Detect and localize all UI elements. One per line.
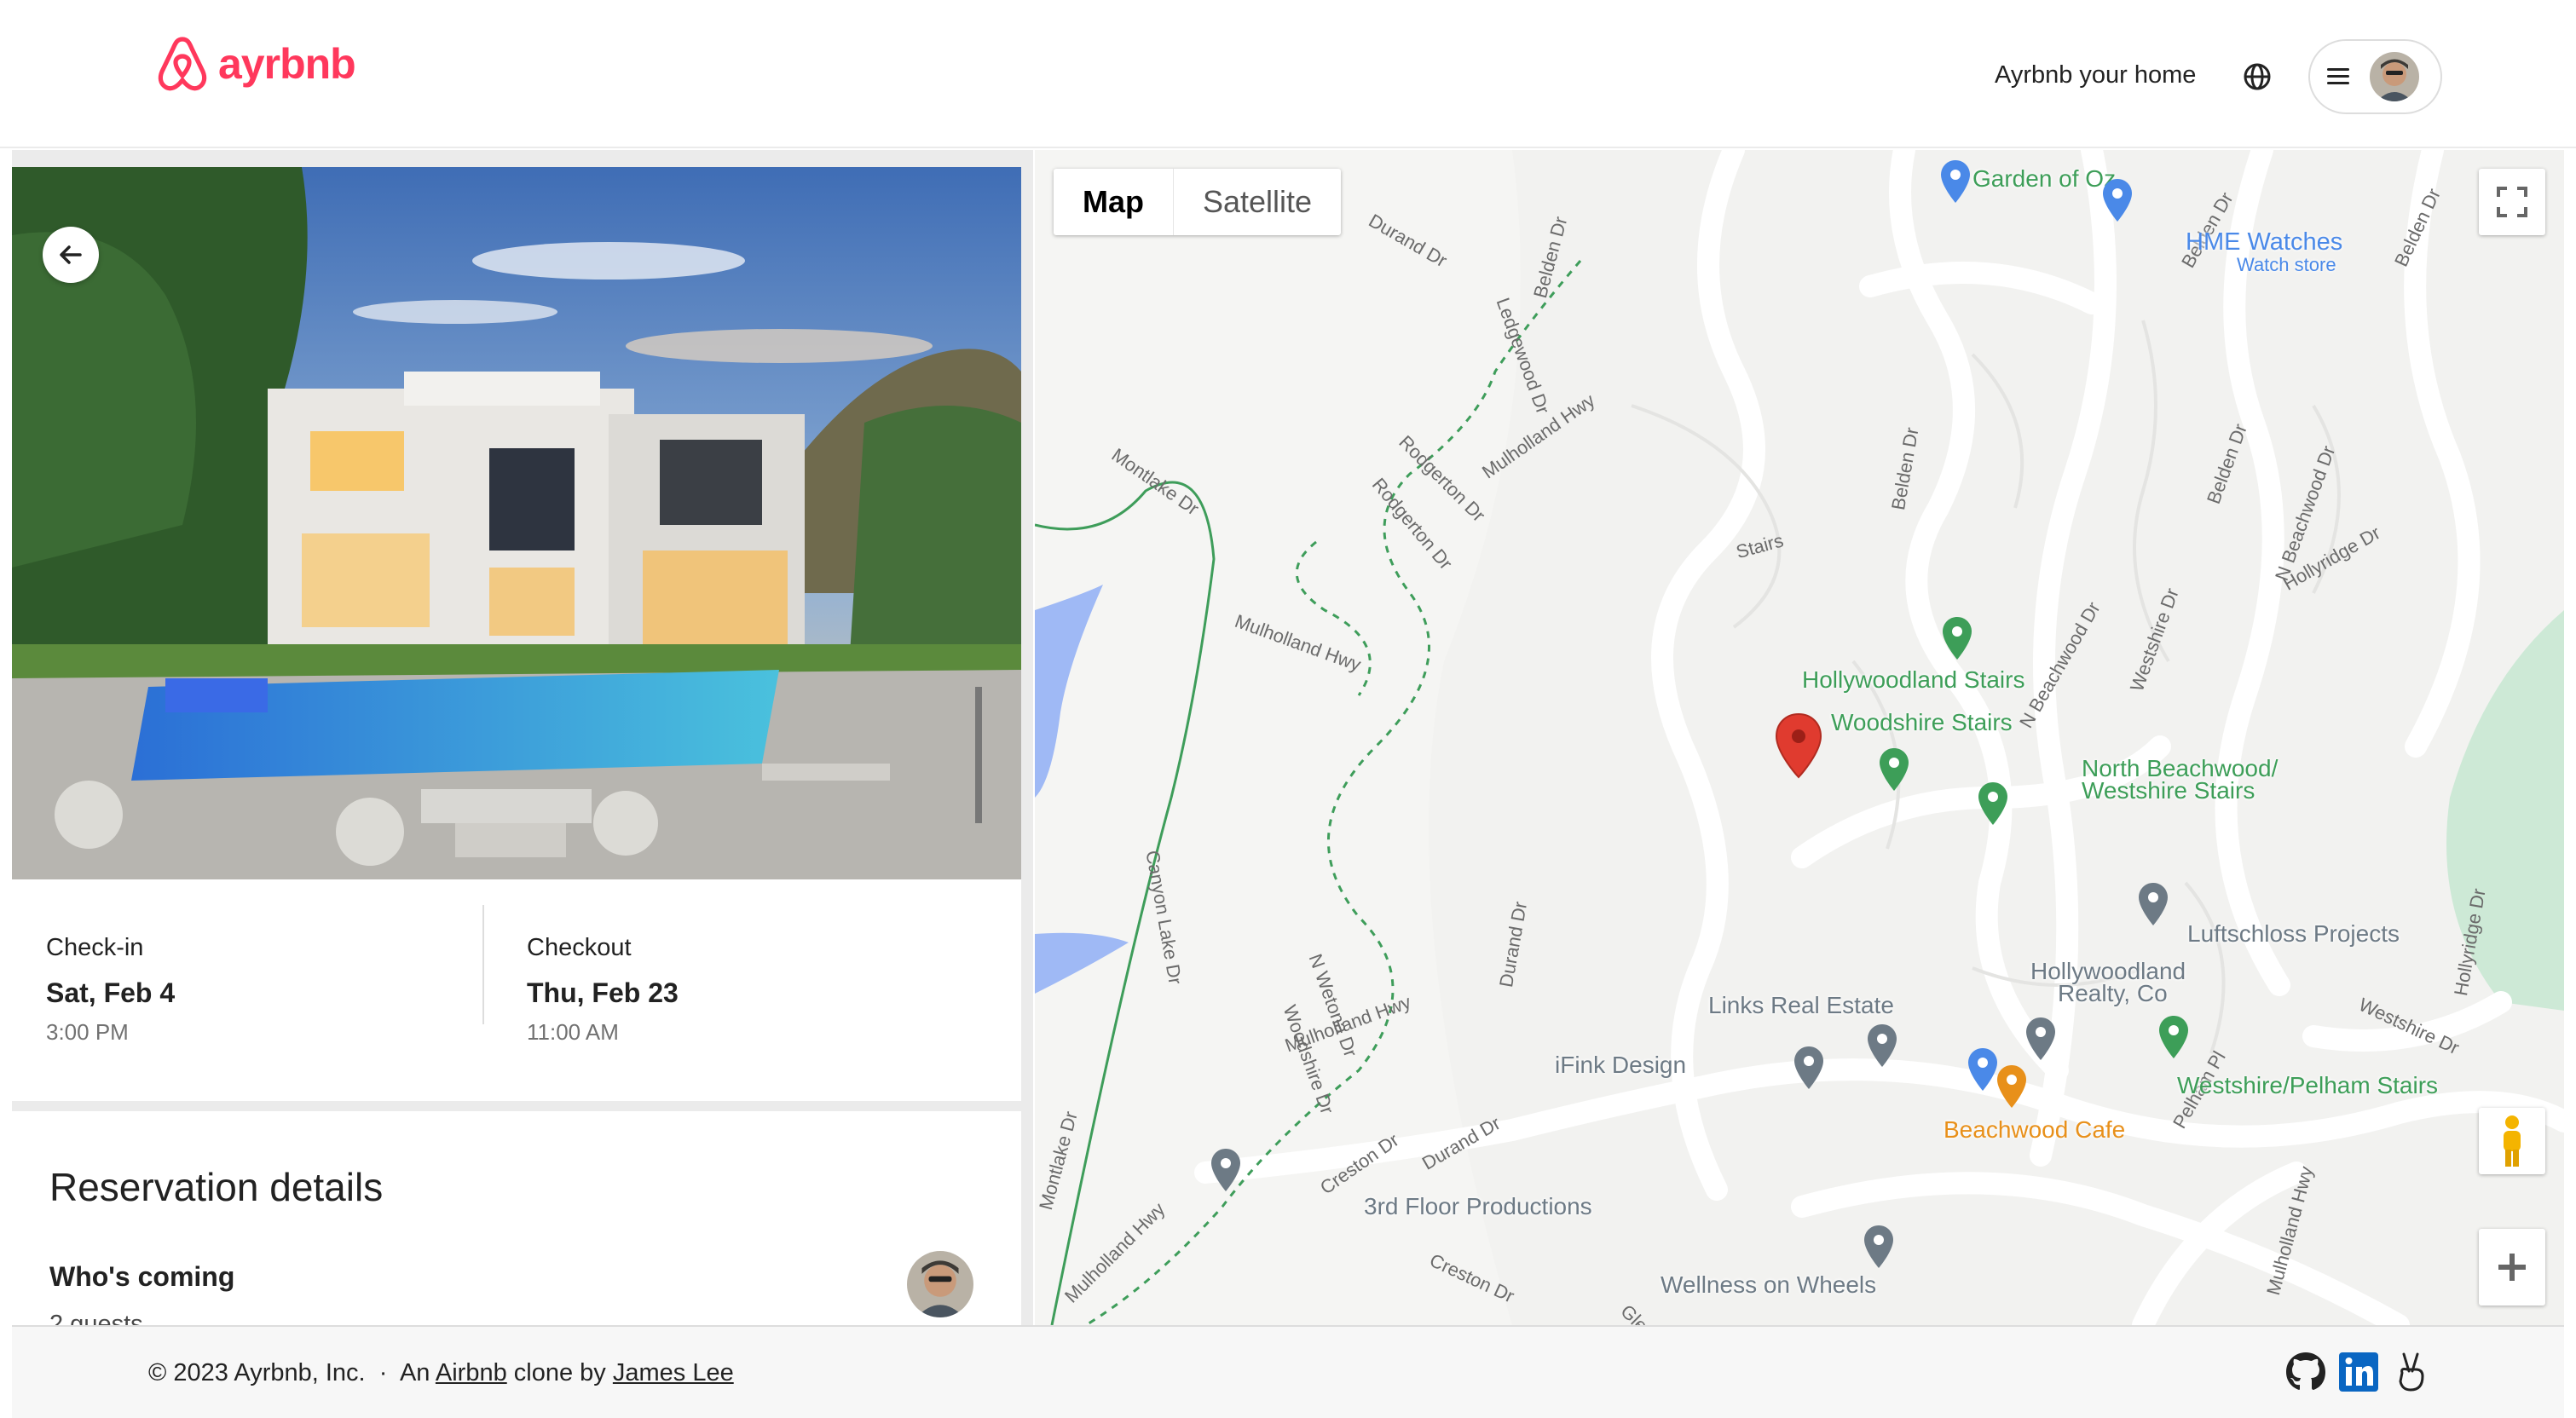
clone-by-text: clone by <box>513 1359 606 1386</box>
map-poi-pin-icon[interactable] <box>1865 1023 1899 1069</box>
map-place-label[interactable]: Realty, Co <box>2058 980 2168 1007</box>
map-place-label[interactable]: 3rd Floor Productions <box>1364 1193 1592 1220</box>
trip-dates-card: Check-in Sat, Feb 4 3:00 PM Checkout Thu… <box>12 879 1021 1101</box>
back-button[interactable] <box>43 227 99 283</box>
location-pin-icon[interactable] <box>1773 712 1824 781</box>
map-place-label[interactable]: HME Watches <box>2186 228 2342 257</box>
avatar <box>2370 52 2419 101</box>
fullscreen-button[interactable] <box>2479 169 2545 235</box>
plus-icon <box>2498 1254 2526 1281</box>
peace-hand-icon[interactable] <box>2390 1351 2433 1393</box>
map-place-label[interactable]: Westshire Stairs <box>2082 777 2255 804</box>
map-poi-pin-icon[interactable] <box>1940 615 1974 661</box>
listing-photo <box>12 167 1021 879</box>
checkin-date: Sat, Feb 4 <box>46 977 176 1008</box>
map-poi-pin-icon[interactable] <box>2136 881 2170 927</box>
profile-menu-button[interactable] <box>2308 39 2442 114</box>
map-place-label[interactable]: Hollywoodland Stairs <box>1802 666 2024 694</box>
github-icon[interactable] <box>2284 1351 2327 1393</box>
map-place-label[interactable]: Garden of Oz <box>1972 165 2116 193</box>
checkout-label: Checkout <box>527 934 632 961</box>
map-place-label[interactable]: Watch store <box>2237 254 2336 276</box>
map-place-label[interactable]: Links Real Estate <box>1708 992 1894 1019</box>
tab-satellite[interactable]: Satellite <box>1173 169 1341 235</box>
date-divider <box>482 905 484 1024</box>
whos-coming-label: Who's coming <box>49 1261 235 1292</box>
reservation-details-card: Reservation details Who's coming 2 guest… <box>12 1111 1021 1325</box>
hamburger-menu-icon <box>2327 66 2353 87</box>
arrow-left-icon <box>60 245 82 264</box>
map-place-label[interactable]: Wellness on Wheels <box>1661 1271 1876 1299</box>
checkout-time: 11:00 AM <box>527 1019 619 1045</box>
author-link[interactable]: James Lee <box>613 1359 734 1386</box>
airbnb-logo-icon <box>158 37 207 91</box>
checkin-label: Check-in <box>46 934 144 961</box>
an-text: An <box>399 1359 430 1386</box>
map-poi-pin-icon[interactable] <box>2100 177 2134 223</box>
logo-text: ayrbnb <box>218 40 356 88</box>
map-type-toggle: Map Satellite <box>1054 169 1342 235</box>
footer: © 2023 Ayrbnb, Inc. · An Airbnb clone by… <box>12 1325 2564 1418</box>
checkout-date: Thu, Feb 23 <box>527 977 679 1008</box>
map-poi-pin-icon[interactable] <box>1792 1045 1826 1091</box>
tab-map[interactable]: Map <box>1054 169 1173 235</box>
map-place-label[interactable]: Luftschloss Projects <box>2187 920 2400 948</box>
host-your-home-link[interactable]: Ayrbnb your home <box>1995 61 2196 89</box>
map-place-label[interactable]: Woodshire Stairs <box>1831 709 2013 736</box>
host-avatar <box>907 1251 973 1317</box>
map-poi-pin-icon[interactable] <box>1862 1224 1896 1270</box>
map-poi-pin-icon[interactable] <box>1938 159 1972 205</box>
logo[interactable]: ayrbnb <box>155 34 356 94</box>
pegman-icon <box>2504 1115 2521 1167</box>
map-poi-pin-icon[interactable] <box>2157 1014 2191 1060</box>
airbnb-link[interactable]: Airbnb <box>436 1359 507 1386</box>
footer-copyright: © 2023 Ayrbnb, Inc. · An Airbnb clone by… <box>148 1359 734 1387</box>
street-view-pegman-button[interactable] <box>2479 1108 2545 1174</box>
map-poi-pin-icon[interactable] <box>2024 1016 2058 1062</box>
map-place-label[interactable]: Westshire/Pelham Stairs <box>2177 1072 2438 1099</box>
separator: · <box>378 1359 388 1386</box>
copyright-text: © 2023 Ayrbnb, Inc. <box>148 1359 366 1386</box>
globe-icon[interactable] <box>2242 61 2273 92</box>
fullscreen-icon <box>2497 187 2527 217</box>
checkout-block: Checkout Thu, Feb 23 11:00 AM <box>527 934 679 1046</box>
linkedin-icon[interactable] <box>2337 1351 2380 1393</box>
guest-count: 2 guests <box>49 1311 143 1325</box>
map-place-label[interactable]: Beachwood Cafe <box>1944 1116 2125 1144</box>
checkin-time: 3:00 PM <box>46 1019 129 1045</box>
map-poi-pin-icon[interactable] <box>1209 1147 1243 1193</box>
checkin-block: Check-in Sat, Feb 4 3:00 PM <box>46 934 175 1046</box>
header: ayrbnb Ayrbnb your home <box>0 0 2576 148</box>
map[interactable]: Durand Dr Ledgewood Dr Belden Dr Rodgerton … <box>1035 150 2564 1325</box>
listing-panel: Check-in Sat, Feb 4 3:00 PM Checkout Thu… <box>12 150 1033 1325</box>
reservation-title: Reservation details <box>49 1165 384 1209</box>
zoom-in-button[interactable] <box>2479 1229 2545 1306</box>
map-poi-pin-icon[interactable] <box>1995 1064 2029 1110</box>
map-poi-pin-icon[interactable] <box>1976 781 2010 827</box>
map-place-label[interactable]: iFink Design <box>1555 1052 1686 1079</box>
map-poi-pin-icon[interactable] <box>1877 746 1911 793</box>
